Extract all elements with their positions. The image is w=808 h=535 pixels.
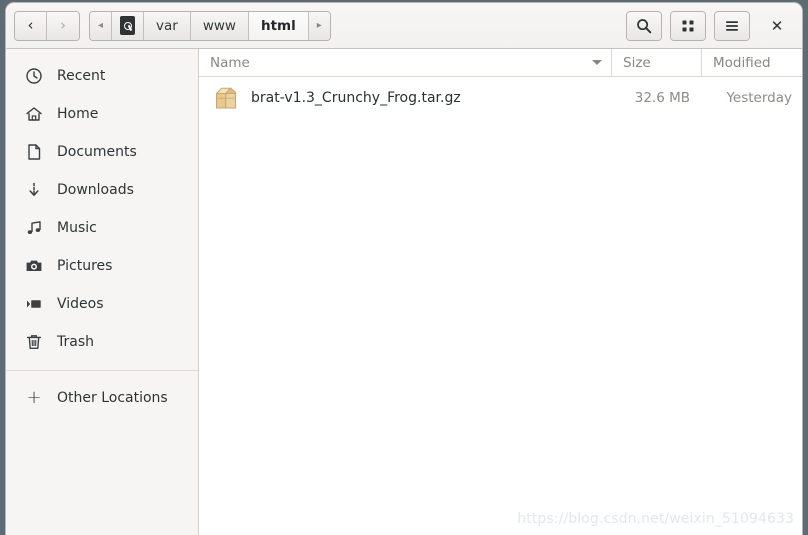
clock-icon bbox=[24, 66, 44, 86]
home-icon bbox=[24, 104, 44, 124]
file-name: brat-v1.3_Crunchy_Frog.tar.gz bbox=[251, 90, 461, 106]
column-headers: Name Size Modified bbox=[199, 49, 802, 77]
breadcrumb-scroll-right[interactable]: ▸ bbox=[308, 11, 330, 40]
hamburger-icon bbox=[726, 20, 738, 31]
triangle-left-icon: ◂ bbox=[98, 20, 104, 31]
trash-icon bbox=[24, 332, 44, 352]
window-body: Recent Home Documents Downloads Music Pi… bbox=[6, 49, 802, 535]
column-header-label: Name bbox=[210, 54, 250, 71]
sidebar-item-label: Other Locations bbox=[57, 390, 168, 406]
sidebar-item-recent[interactable]: Recent bbox=[6, 57, 198, 95]
menu-button-group bbox=[714, 10, 750, 41]
sidebar-item-label: Videos bbox=[57, 296, 104, 312]
sidebar-item-label: Pictures bbox=[57, 258, 113, 274]
table-row[interactable]: brat-v1.3_Crunchy_Frog.tar.gz 32.6 MB Ye… bbox=[199, 77, 802, 119]
back-button[interactable]: ‹ bbox=[15, 11, 47, 40]
column-header-label: Size bbox=[623, 54, 651, 71]
document-icon bbox=[24, 142, 44, 162]
sidebar-item-documents[interactable]: Documents bbox=[6, 133, 198, 171]
video-icon bbox=[24, 294, 44, 314]
chevron-right-icon: › bbox=[60, 16, 66, 34]
triangle-right-icon: ▸ bbox=[316, 20, 322, 31]
column-header-modified[interactable]: Modified bbox=[702, 49, 802, 76]
search-icon bbox=[637, 18, 652, 33]
sidebar-item-downloads[interactable]: Downloads bbox=[6, 171, 198, 209]
chevron-left-icon: ‹ bbox=[27, 16, 34, 34]
sidebar-item-label: Documents bbox=[57, 144, 137, 160]
music-note-icon bbox=[24, 218, 44, 238]
file-list: brat-v1.3_Crunchy_Frog.tar.gz 32.6 MB Ye… bbox=[199, 77, 802, 535]
close-icon: ✕ bbox=[770, 16, 784, 35]
column-header-name[interactable]: Name bbox=[199, 49, 612, 76]
search-button[interactable] bbox=[627, 11, 661, 40]
view-grid-button[interactable] bbox=[671, 11, 705, 40]
breadcrumb-item-filesystem[interactable] bbox=[112, 11, 145, 40]
sidebar-item-other-locations[interactable]: + Other Locations bbox=[6, 379, 198, 417]
breadcrumb-label: html bbox=[260, 17, 296, 34]
breadcrumb-item-www[interactable]: www bbox=[190, 11, 249, 40]
breadcrumb-label: www bbox=[202, 17, 236, 34]
file-modified: Yesterday bbox=[726, 90, 792, 106]
sidebar-item-label: Trash bbox=[57, 334, 94, 350]
search-button-group bbox=[626, 10, 662, 41]
sidebar-item-label: Downloads bbox=[57, 182, 134, 198]
breadcrumb: ◂ var www html ▸ bbox=[89, 10, 331, 41]
column-header-size[interactable]: Size bbox=[612, 49, 702, 76]
header-bar: ‹ › ◂ var www html ▸ ✕ bbox=[6, 3, 802, 49]
view-button-group bbox=[670, 10, 706, 41]
sidebar-divider bbox=[6, 370, 198, 371]
close-button[interactable]: ✕ bbox=[760, 9, 794, 43]
download-icon bbox=[24, 180, 44, 200]
forward-button[interactable]: › bbox=[47, 11, 79, 40]
breadcrumb-label: var bbox=[156, 17, 178, 34]
archive-icon bbox=[209, 84, 243, 112]
navigation-buttons: ‹ › bbox=[14, 10, 80, 41]
sidebar: Recent Home Documents Downloads Music Pi… bbox=[6, 49, 199, 535]
file-size: 32.6 MB bbox=[634, 90, 690, 106]
breadcrumb-scroll-left[interactable]: ◂ bbox=[90, 11, 113, 40]
drive-icon bbox=[120, 16, 136, 35]
sidebar-item-label: Music bbox=[57, 220, 97, 236]
sidebar-item-trash[interactable]: Trash bbox=[6, 323, 198, 361]
sidebar-item-home[interactable]: Home bbox=[6, 95, 198, 133]
column-header-label: Modified bbox=[713, 54, 771, 71]
menu-button[interactable] bbox=[715, 11, 749, 40]
breadcrumb-item-html[interactable]: html bbox=[248, 11, 309, 40]
sidebar-item-videos[interactable]: Videos bbox=[6, 285, 198, 323]
camera-icon bbox=[24, 256, 44, 276]
file-manager-window: ‹ › ◂ var www html ▸ ✕ Recent Home Docum… bbox=[6, 3, 802, 535]
sort-descending-icon bbox=[592, 60, 602, 65]
breadcrumb-item-var[interactable]: var bbox=[144, 11, 191, 40]
sidebar-item-music[interactable]: Music bbox=[6, 209, 198, 247]
sidebar-item-pictures[interactable]: Pictures bbox=[6, 247, 198, 285]
sidebar-item-label: Recent bbox=[57, 68, 106, 84]
sidebar-item-label: Home bbox=[57, 106, 99, 122]
plus-icon: + bbox=[26, 387, 42, 408]
header-actions: ✕ bbox=[626, 9, 794, 43]
file-list-area: Name Size Modified brat-v1.3_Crunchy_Fro… bbox=[199, 49, 802, 535]
grid-icon bbox=[682, 20, 694, 31]
